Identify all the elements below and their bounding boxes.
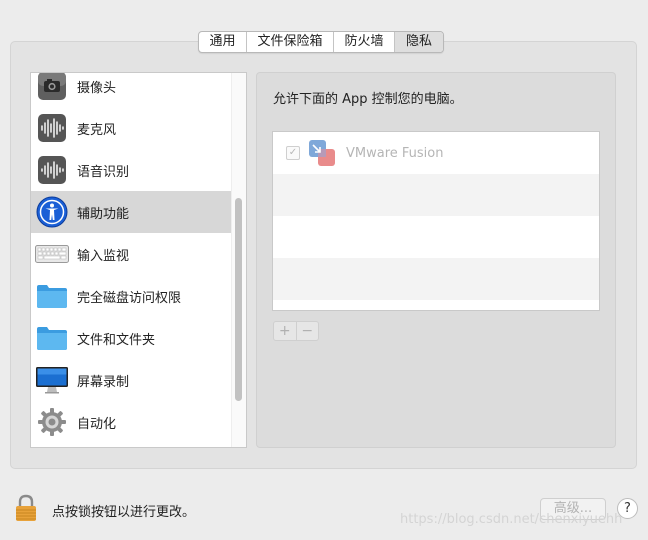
sidebar-item-input-monitoring[interactable]: 输入监视 — [31, 233, 232, 275]
lock-hint: 点按锁按钮以进行更改。 — [52, 505, 196, 520]
keyboard-icon — [35, 237, 69, 271]
sidebar-item-label: 文件和文件夹 — [77, 332, 156, 348]
vmware-fusion-icon — [308, 139, 336, 167]
list-item-empty — [273, 258, 599, 300]
sidebar-item-label: 摄像头 — [77, 80, 117, 96]
app-name: VMware Fusion — [346, 145, 444, 161]
sidebar-item-label: 麦克风 — [77, 122, 117, 138]
sidebar-item-label: 自动化 — [77, 416, 117, 432]
sidebar-item-accessibility[interactable]: 辅助功能 — [31, 191, 232, 233]
list-item-empty — [273, 216, 599, 258]
sidebar-item-files-and-folders[interactable]: 文件和文件夹 — [31, 317, 232, 359]
sidebar-item-full-disk-access[interactable]: 完全磁盘访问权限 — [31, 275, 232, 317]
privacy-category-list[interactable]: 摄像头 麦克风 语音识别 辅助功能 输入监视 完全磁盘访问权限 文件和文件夹 屏… — [30, 72, 247, 448]
sidebar-item-label: 屏幕录制 — [77, 374, 130, 390]
remove-app-button[interactable]: − — [297, 322, 319, 340]
scrollbar[interactable] — [231, 73, 246, 447]
tab-general[interactable]: 通用 — [199, 32, 247, 52]
gear-icon — [35, 405, 69, 439]
speech-recognition-icon — [35, 153, 69, 187]
sidebar-item-camera[interactable]: 摄像头 — [31, 73, 232, 107]
folder-icon — [35, 321, 69, 355]
watermark: https://blog.csdn.net/chenxiyuehh — [400, 512, 623, 527]
sidebar-item-automation[interactable]: 自动化 — [31, 401, 232, 443]
sidebar-item-label: 完全磁盘访问权限 — [77, 290, 182, 306]
tab-firewall[interactable]: 防火墙 — [334, 32, 395, 52]
sidebar-item-screen-recording[interactable]: 屏幕录制 — [31, 359, 232, 401]
tab-bar: 通用 文件保险箱 防火墙 隐私 — [198, 31, 444, 53]
add-app-button[interactable]: + — [274, 322, 297, 340]
lock-icon[interactable] — [14, 494, 38, 522]
microphone-icon — [35, 111, 69, 145]
accessibility-icon — [35, 195, 69, 229]
tab-privacy[interactable]: 隐私 — [395, 32, 443, 52]
app-list[interactable]: ✓ VMware Fusion — [272, 131, 600, 311]
list-item[interactable]: ✓ VMware Fusion — [273, 132, 599, 174]
permission-description: 允许下面的 App 控制您的电脑。 — [273, 92, 463, 107]
sidebar-item-label: 辅助功能 — [77, 206, 130, 222]
display-icon — [35, 363, 69, 397]
app-checkbox[interactable]: ✓ — [286, 146, 300, 160]
scrollbar-thumb[interactable] — [235, 198, 242, 401]
camera-icon — [35, 73, 69, 103]
tab-filevault[interactable]: 文件保险箱 — [247, 32, 334, 52]
add-remove-control: + − — [273, 321, 319, 341]
sidebar-item-microphone[interactable]: 麦克风 — [31, 107, 232, 149]
folder-icon — [35, 279, 69, 313]
sidebar-item-label: 输入监视 — [77, 248, 130, 264]
list-item-empty — [273, 174, 599, 216]
sidebar-item-speech-recognition[interactable]: 语音识别 — [31, 149, 232, 191]
sidebar-item-label: 语音识别 — [77, 164, 130, 180]
